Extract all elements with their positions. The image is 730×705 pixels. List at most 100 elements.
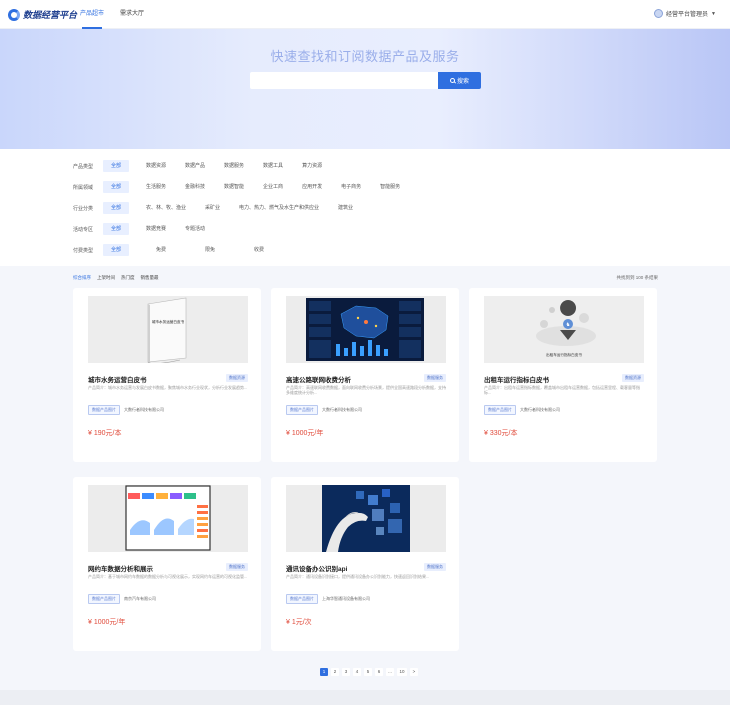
filter-option[interactable]: 全部 bbox=[103, 244, 129, 256]
product-price: ¥ 1000元/年 bbox=[286, 430, 324, 437]
page-button[interactable]: 3 bbox=[342, 668, 350, 676]
product-company: 大数行者科技有限公司 bbox=[124, 407, 164, 412]
pagination: 1 2 3 4 5 6 ... 10 > bbox=[320, 668, 418, 676]
logo[interactable]: 数据经营平台 bbox=[8, 8, 77, 21]
product-card[interactable]: 高速公路联网收费分析 数据服务 产品简介：高速联网收费数据，面向联网收费分析场景… bbox=[271, 288, 459, 462]
filter-label: 产品类型 bbox=[73, 163, 94, 170]
nav-item-product-market[interactable]: 产品超市 bbox=[80, 0, 104, 29]
sort-option[interactable]: 综合排序 bbox=[73, 275, 91, 281]
sort-option[interactable]: 上架时间 bbox=[97, 275, 115, 281]
filter-label: 行业分类 bbox=[73, 205, 94, 212]
product-meta: 数据产品图片 上海华智通讯设备有限公司 bbox=[286, 594, 370, 604]
product-image bbox=[88, 485, 248, 552]
filter-option[interactable]: 建筑业 bbox=[336, 202, 355, 214]
product-price: ¥ 1元/次 bbox=[286, 619, 312, 626]
filter-option[interactable]: 农、林、牧、渔业 bbox=[144, 202, 188, 214]
product-price: ¥ 330元/本 bbox=[484, 430, 518, 437]
filter-option[interactable]: 限免 bbox=[203, 244, 217, 256]
product-type-tag: 数据服务 bbox=[424, 374, 446, 382]
user-name: 经营平台管理员 bbox=[666, 12, 709, 18]
product-company: 大数行者科技有限公司 bbox=[322, 407, 362, 412]
filter-option[interactable]: 算力资源 bbox=[300, 160, 324, 172]
product-description: 产品简介：城市水务运营与发展白皮书数据，聚焦城市水务行业现状，分析行业发展趋势.… bbox=[88, 385, 248, 390]
page-button[interactable]: 1 bbox=[320, 668, 328, 676]
logo-text: 数据经营平台 bbox=[23, 10, 78, 20]
filter-option[interactable]: 生活服务 bbox=[144, 181, 168, 193]
product-meta: 数据产品图片 南京汽车有限公司 bbox=[88, 594, 156, 604]
product-card[interactable]: 城市水务运营白皮书 城市水务运营白皮书 数据资源 产品简介：城市水务运营与发展白… bbox=[73, 288, 261, 462]
product-meta: 数据产品图片 大数行者科技有限公司 bbox=[88, 405, 164, 415]
filter-panel: 产品类型 全部 数据资源 数据产品 数据服务 数据工具 算力资源 所属领域 全部… bbox=[0, 149, 730, 266]
filter-label: 付费类型 bbox=[73, 247, 94, 254]
product-badge: 数据产品图片 bbox=[286, 405, 318, 415]
page-button[interactable]: 5 bbox=[364, 668, 372, 676]
product-meta: 数据产品图片 大数行者科技有限公司 bbox=[484, 405, 560, 415]
product-title: 网约车数据分析和展示 bbox=[88, 566, 153, 573]
filter-option[interactable]: 智能服务 bbox=[378, 181, 402, 193]
sort-bar: 综合排序 上架时间 热门度 销售量最 共找到到 100 条结果 bbox=[73, 275, 658, 281]
search-button-label: 搜索 bbox=[456, 79, 469, 85]
product-card[interactable]: ♞ 出租车运行指标白皮书 出租车运行指标白皮书 数据资源 产品简介：出租车运营指… bbox=[469, 288, 657, 462]
filter-label: 活动专区 bbox=[73, 226, 94, 233]
filter-option[interactable]: 电力、热力、燃气及水生产和供应业 bbox=[237, 202, 321, 214]
product-description: 产品简介：基于城市网约车数据的数据分析与可视化展示，实现网约车运营的可视化监管.… bbox=[88, 574, 248, 579]
filter-row-domain: 所属领域 全部 生活服务 金融科技 数据智能 企业工商 应用开发 电子商务 智能… bbox=[73, 181, 402, 193]
filter-option[interactable]: 应用开发 bbox=[300, 181, 324, 193]
product-badge: 数据产品图片 bbox=[484, 405, 516, 415]
filter-option[interactable]: 数据工具 bbox=[261, 160, 285, 172]
filter-option[interactable]: 全部 bbox=[103, 181, 129, 193]
product-type-tag: 数据服务 bbox=[424, 563, 446, 571]
product-description: 产品简介：出租车运营指标数据，覆盖城市出租车运营数据，包括运营里程、载客量等指标… bbox=[484, 385, 640, 395]
product-badge: 数据产品图片 bbox=[88, 594, 120, 604]
filter-option[interactable]: 免费 bbox=[154, 244, 168, 256]
filter-option[interactable]: 企业工商 bbox=[261, 181, 285, 193]
filter-option[interactable]: 数据服务 bbox=[222, 160, 246, 172]
product-title: 城市水务运营白皮书 bbox=[88, 377, 147, 384]
product-title: 高速公路联网收费分析 bbox=[286, 377, 351, 384]
filter-label: 所属领域 bbox=[73, 184, 94, 191]
product-badge: 数据产品图片 bbox=[286, 594, 318, 604]
filter-option[interactable]: 采矿业 bbox=[203, 202, 222, 214]
product-card[interactable]: 网约车数据分析和展示 数据服务 产品简介：基于城市网约车数据的数据分析与可视化展… bbox=[73, 477, 261, 651]
filter-row-payment: 付费类型 全部 免费 限免 收费 bbox=[73, 244, 266, 256]
filter-option[interactable]: 数据竞赛 bbox=[144, 223, 168, 235]
product-company: 大数行者科技有限公司 bbox=[520, 407, 560, 412]
filter-option[interactable]: 数据产品 bbox=[183, 160, 207, 172]
filter-option[interactable]: 收费 bbox=[252, 244, 266, 256]
product-type-tag: 数据资源 bbox=[226, 374, 248, 382]
page-ellipsis: ... bbox=[386, 668, 394, 676]
footer bbox=[0, 690, 730, 705]
page-button[interactable]: 6 bbox=[375, 668, 383, 676]
product-price: ¥ 190元/本 bbox=[88, 430, 122, 437]
page-button[interactable]: 4 bbox=[353, 668, 361, 676]
filter-option[interactable]: 专题活动 bbox=[183, 223, 207, 235]
filter-option[interactable]: 金融科技 bbox=[183, 181, 207, 193]
next-page-button[interactable]: > bbox=[410, 668, 418, 676]
top-bar: 数据经营平台 产品超市 需求大厅 经营平台管理员 ▼ bbox=[0, 0, 730, 29]
nav-item-demand-hall[interactable]: 需求大厅 bbox=[120, 0, 144, 29]
filter-option[interactable]: 数据资源 bbox=[144, 160, 168, 172]
product-meta: 数据产品图片 大数行者科技有限公司 bbox=[286, 405, 362, 415]
search-input[interactable] bbox=[250, 72, 438, 89]
sort-option[interactable]: 销售量最 bbox=[141, 275, 159, 281]
book-cover-text: 城市水务运营白皮书 bbox=[152, 319, 185, 324]
product-description: 产品简介：通讯设备识别接口，提供通讯设备办公识别能力，快速返回识别结果... bbox=[286, 574, 430, 579]
product-image bbox=[286, 485, 446, 552]
product-title: 通讯设备办公识别api bbox=[286, 566, 348, 573]
product-description: 产品简介：高速联网收费数据，面向联网收费分析场景，提供全国高速路段分析数据，支持… bbox=[286, 385, 446, 395]
filter-option[interactable]: 全部 bbox=[103, 223, 129, 235]
product-card[interactable]: 通讯设备办公识别api 数据服务 产品简介：通讯设备识别接口，提供通讯设备办公识… bbox=[271, 477, 459, 651]
page-button[interactable]: 10 bbox=[397, 668, 407, 676]
user-menu[interactable]: 经营平台管理员 ▼ bbox=[654, 9, 716, 18]
search-button[interactable]: 搜索 bbox=[438, 72, 481, 89]
filter-option[interactable]: 全部 bbox=[103, 160, 129, 172]
sort-option[interactable]: 热门度 bbox=[121, 275, 135, 281]
avatar bbox=[654, 9, 664, 18]
filter-option[interactable]: 数据智能 bbox=[222, 181, 246, 193]
filter-row-activity: 活动专区 全部 数据竞赛 专题活动 bbox=[73, 223, 207, 235]
page-button[interactable]: 2 bbox=[331, 668, 339, 676]
result-count: 共找到到 100 条结果 bbox=[616, 275, 658, 280]
filter-option[interactable]: 全部 bbox=[103, 202, 129, 214]
filter-option[interactable]: 电子商务 bbox=[339, 181, 363, 193]
product-image: ♞ 出租车运行指标白皮书 bbox=[484, 296, 644, 363]
